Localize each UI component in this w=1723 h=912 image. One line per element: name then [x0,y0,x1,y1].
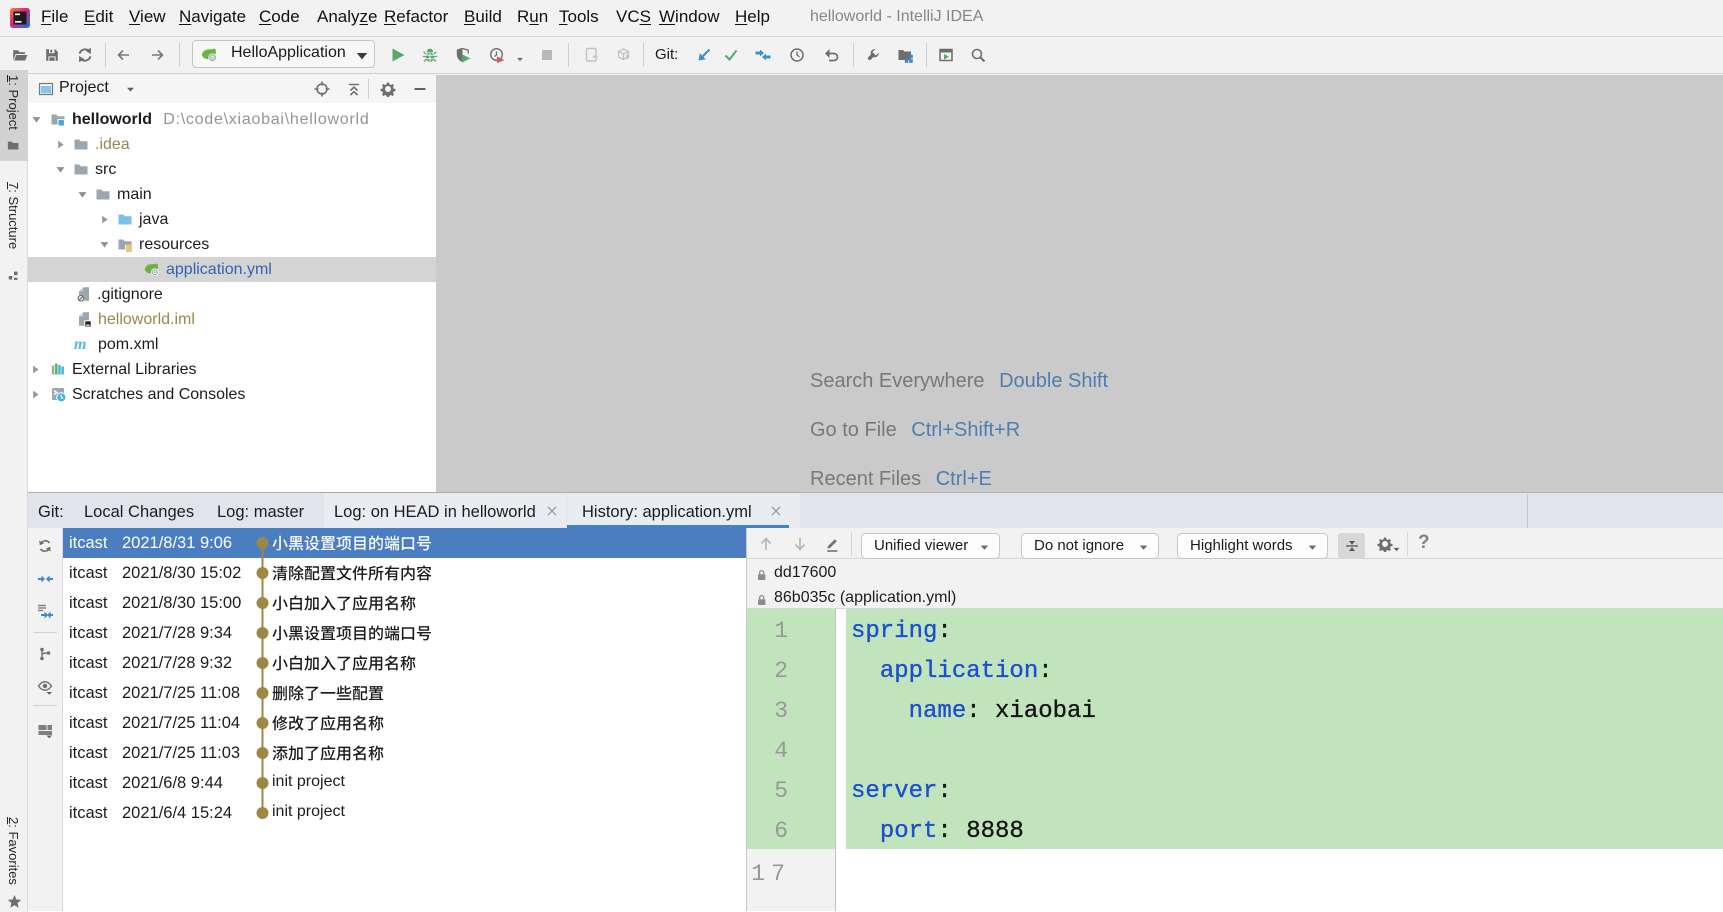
svg-text:m: m [74,336,86,352]
